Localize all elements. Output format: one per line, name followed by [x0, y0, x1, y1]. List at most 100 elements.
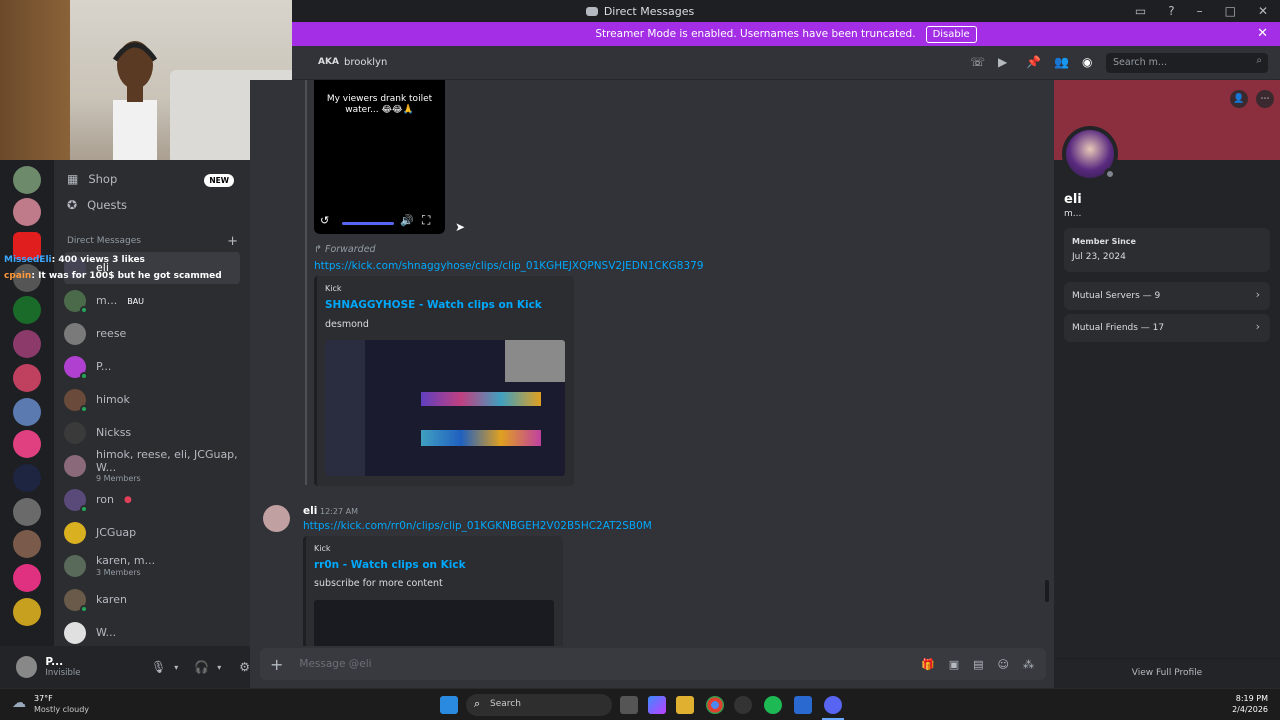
minimize-button[interactable]: –	[1197, 4, 1203, 18]
clock[interactable]: 8:19 PM 2/4/2026	[1232, 693, 1268, 715]
server-icon[interactable]	[13, 398, 41, 426]
inbox-icon[interactable]: ▭	[1135, 4, 1146, 18]
maximize-button[interactable]: □	[1225, 4, 1236, 18]
disable-button[interactable]: Disable	[925, 25, 977, 43]
chevron-down-icon[interactable]: ▾	[217, 663, 221, 672]
chrome-icon[interactable]	[706, 696, 724, 714]
sticker-icon[interactable]: ▤	[973, 658, 983, 671]
message-link[interactable]: https://kick.com/rr0n/clips/clip_01KGKNB…	[303, 520, 652, 532]
server-icon[interactable]	[13, 198, 41, 226]
help-icon[interactable]: ?	[1168, 4, 1174, 18]
file-explorer-icon[interactable]	[676, 696, 694, 714]
dm-name: JCGuap	[96, 525, 137, 539]
microphone-icon[interactable]: 🎙	[151, 660, 166, 674]
close-icon[interactable]: ✕	[1257, 26, 1268, 41]
server-icon[interactable]	[13, 364, 41, 392]
chat-text: : 400 views 3 likes	[51, 255, 145, 265]
taskbar: ☁ 37°F Mostly cloudy ⌕ Search 8:19 PM 2/…	[0, 688, 1280, 720]
add-friend-icon[interactable]: 👥	[1054, 55, 1069, 69]
forward-link[interactable]: https://kick.com/shnaggyhose/clips/clip_…	[314, 260, 704, 272]
embed-thumbnail[interactable]	[325, 340, 565, 476]
banner-text: Streamer Mode is enabled. Usernames have…	[595, 28, 916, 40]
more-icon[interactable]: ⋯	[1256, 90, 1274, 108]
phone-icon[interactable]: ☏	[970, 55, 985, 69]
server-icon[interactable]	[13, 530, 41, 558]
message-input-box[interactable]: + Message @eli 🎁 ▣ ▤ ☺ ⁂	[260, 648, 1046, 680]
emoji-icon[interactable]: ☺	[998, 658, 1009, 671]
author-avatar[interactable]	[263, 505, 290, 532]
dm-item[interactable]: Nickss	[64, 417, 240, 449]
server-icon[interactable]	[13, 498, 41, 526]
quests-label: Quests	[87, 198, 127, 212]
fullscreen-icon[interactable]: ⛶	[422, 213, 430, 228]
notepad-icon[interactable]	[794, 696, 812, 714]
dm-item[interactable]: W...	[64, 617, 240, 649]
avatar	[64, 422, 86, 444]
dm-item[interactable]: P...	[64, 351, 240, 383]
task-view-icon[interactable]	[620, 696, 638, 714]
avatar[interactable]	[16, 656, 38, 678]
embed-title[interactable]: SHNAGGYHOSE - Watch clips on Kick	[325, 299, 542, 311]
dm-item[interactable]: reese	[64, 318, 240, 350]
mutual-servers-row[interactable]: Mutual Servers — 9 ›	[1064, 282, 1270, 310]
add-friend-icon[interactable]: 👤	[1230, 90, 1248, 108]
chevron-down-icon[interactable]: ▾	[174, 663, 178, 672]
server-icon[interactable]	[13, 430, 41, 458]
video-icon[interactable]: ▶	[998, 55, 1007, 69]
avatar	[64, 555, 86, 577]
dm-name: karen	[96, 592, 127, 606]
view-full-profile-link[interactable]: View Full Profile	[1054, 668, 1280, 678]
server-icon[interactable]	[13, 166, 41, 194]
mutual-friends-row[interactable]: Mutual Friends — 17 ›	[1064, 314, 1270, 342]
quests-item[interactable]: ✪ Quests	[67, 198, 127, 212]
gear-icon[interactable]: ⚙	[239, 660, 250, 674]
dm-item[interactable]: karen	[64, 584, 240, 616]
close-window-button[interactable]: ✕	[1258, 4, 1268, 18]
new-badge: NEW	[204, 174, 234, 187]
avatar	[64, 522, 86, 544]
server-icon[interactable]	[13, 464, 41, 492]
author-name[interactable]: eli	[303, 505, 317, 517]
avatar	[64, 323, 86, 345]
volume-icon[interactable]: 🔊	[400, 214, 414, 227]
dm-item[interactable]: himok, reese, eli, JCGuap, W... 9 Members	[64, 449, 240, 483]
server-icon[interactable]	[13, 330, 41, 358]
gif-icon[interactable]: ▣	[949, 658, 959, 671]
weather-desc[interactable]: Mostly cloudy	[34, 705, 89, 714]
apps-icon[interactable]: ⁂	[1023, 658, 1034, 671]
discord-taskbar-icon[interactable]	[824, 696, 842, 714]
server-icon[interactable]	[13, 564, 41, 592]
server-icon[interactable]	[13, 296, 41, 324]
user-profile-icon[interactable]: ◉	[1082, 55, 1092, 69]
dm-item[interactable]: karen, m... 3 Members	[64, 550, 240, 582]
taskbar-search[interactable]: ⌕ Search	[466, 694, 612, 716]
video-player[interactable]: My viewers drank toilet water... 😂😂🙏 ↺ 🔊…	[314, 80, 445, 234]
obs-icon[interactable]	[734, 696, 752, 714]
add-dm-icon[interactable]: +	[227, 234, 238, 249]
shop-item[interactable]: ▦ Shop	[67, 172, 117, 186]
start-icon[interactable]	[440, 696, 458, 714]
gift-icon[interactable]: 🎁	[921, 658, 935, 671]
add-attachment-icon[interactable]: +	[270, 655, 283, 674]
replay-icon[interactable]: ↺	[320, 214, 329, 227]
dm-item[interactable]: ron ●	[64, 484, 240, 516]
dm-item[interactable]: JCGuap	[64, 517, 240, 549]
embed-thumbnail[interactable]	[314, 600, 554, 646]
embed-title[interactable]: rr0n - Watch clips on Kick	[314, 559, 466, 571]
search-placeholder: Search m...	[1113, 57, 1167, 68]
search-input[interactable]: Search m... ⌕	[1106, 53, 1268, 73]
forwarded-label: ↱ Forwarded	[314, 244, 376, 255]
weather-temp[interactable]: 37°F	[34, 694, 53, 703]
pin-icon[interactable]: 📌	[1026, 55, 1041, 69]
volume-slider[interactable]	[342, 222, 394, 225]
dm-members: 3 Members	[96, 567, 141, 577]
scrollbar[interactable]	[1045, 580, 1049, 602]
copilot-icon[interactable]	[648, 696, 666, 714]
headphones-icon[interactable]: 🎧	[194, 660, 209, 674]
server-icon[interactable]	[13, 598, 41, 626]
profile-avatar[interactable]	[1062, 126, 1118, 182]
dm-item[interactable]: m... BAU	[64, 285, 240, 317]
spotify-icon[interactable]	[764, 696, 782, 714]
dm-item[interactable]: himok	[64, 384, 240, 416]
member-since-card: Member Since Jul 23, 2024	[1064, 228, 1270, 272]
